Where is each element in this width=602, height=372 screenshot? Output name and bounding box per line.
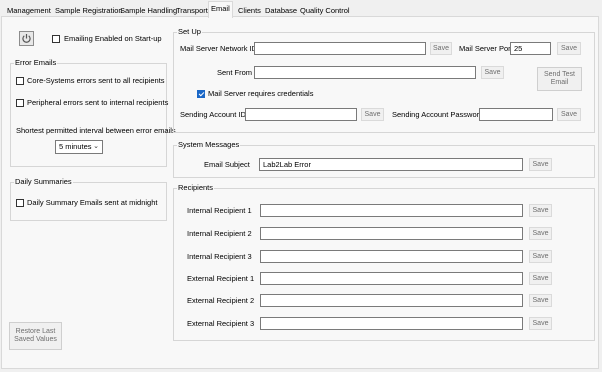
external-recipient-2-input[interactable]: [260, 294, 523, 307]
server-port-save-button[interactable]: Save: [557, 42, 581, 55]
chevron-down-icon: ⌄: [93, 143, 99, 150]
recipient-label: External Recipient 1: [187, 274, 255, 283]
tab-sample-registration[interactable]: Sample Registration: [52, 3, 126, 17]
internal-recipient-3-input[interactable]: [260, 250, 523, 263]
system-messages-title: System Messages: [177, 140, 241, 150]
tab-quality-control[interactable]: Quality Control: [297, 3, 353, 17]
tab-management[interactable]: Management: [4, 3, 54, 17]
internal-recipient-2-save-button[interactable]: Save: [529, 227, 552, 240]
sent-from-input[interactable]: [254, 66, 476, 79]
server-port-input[interactable]: 25: [510, 42, 551, 55]
internal-recipient-3-save-button[interactable]: Save: [529, 250, 552, 263]
setup-title: Set Up: [177, 27, 202, 37]
email-subject-save-button[interactable]: Save: [529, 158, 552, 171]
tab-transport[interactable]: Transport: [173, 3, 211, 17]
server-port-label: Mail Server Port: [459, 44, 513, 53]
internal-recipient-2-input[interactable]: [260, 227, 523, 240]
tab-strip: Management Sample Registration Sample Ha…: [0, 0, 602, 18]
account-id-input[interactable]: [245, 108, 357, 121]
recipient-label: External Recipient 2: [187, 296, 255, 305]
account-password-label: Sending Account Password: [392, 110, 484, 119]
email-subject-input[interactable]: Lab2Lab Error: [259, 158, 523, 171]
account-password-save-button[interactable]: Save: [557, 108, 581, 121]
recipient-label: Internal Recipient 2: [187, 229, 252, 238]
internal-recipient-1-save-button[interactable]: Save: [529, 204, 552, 217]
tab-clients[interactable]: Clients: [235, 3, 264, 17]
requires-credentials-checkbox[interactable]: [197, 90, 205, 98]
send-test-email-button[interactable]: Send Test Email: [537, 67, 582, 91]
tab-database[interactable]: Database: [262, 3, 300, 17]
emailing-enabled-checkbox[interactable]: [52, 35, 60, 43]
interval-dropdown[interactable]: 5 minutes ⌄: [55, 140, 103, 154]
power-button[interactable]: [19, 31, 34, 46]
recipient-label: Internal Recipient 1: [187, 206, 252, 215]
external-recipient-2-save-button[interactable]: Save: [529, 294, 552, 307]
core-errors-checkbox[interactable]: [16, 77, 24, 85]
emailing-enabled-label: Emailing Enabled on Start-up: [64, 34, 162, 43]
account-id-save-button[interactable]: Save: [361, 108, 384, 121]
error-emails-title: Error Emails: [14, 58, 58, 68]
external-recipient-3-save-button[interactable]: Save: [529, 317, 552, 330]
interval-label: Shortest permitted interval between erro…: [16, 126, 176, 135]
account-password-input[interactable]: [479, 108, 553, 121]
external-recipient-3-input[interactable]: [260, 317, 523, 330]
external-recipient-1-input[interactable]: [260, 272, 523, 285]
daily-summary-label: Daily Summary Emails sent at midnight: [27, 198, 158, 207]
power-icon: [22, 34, 31, 43]
internal-recipient-1-input[interactable]: [260, 204, 523, 217]
sent-from-save-button[interactable]: Save: [481, 66, 504, 79]
sent-from-label: Sent From: [217, 68, 253, 77]
restore-last-saved-button[interactable]: Restore Last Saved Values: [9, 322, 62, 350]
recipient-label: Internal Recipient 3: [187, 252, 252, 261]
recipients-title: Recipients: [177, 183, 215, 193]
interval-value: 5 minutes: [59, 142, 92, 151]
server-id-label: Mail Server Network ID: [180, 44, 258, 53]
requires-credentials-label: Mail Server requires credentials: [208, 89, 314, 98]
tab-sample-handling[interactable]: Sample Handling: [117, 3, 180, 17]
email-subject-label: Email Subject: [204, 160, 250, 169]
peripheral-errors-checkbox[interactable]: [16, 99, 24, 107]
core-errors-label: Core-Systems errors sent to all recipien…: [27, 76, 165, 85]
external-recipient-1-save-button[interactable]: Save: [529, 272, 552, 285]
tab-email[interactable]: Email: [208, 1, 233, 18]
daily-summaries-title: Daily Summaries: [14, 177, 73, 187]
daily-summary-checkbox[interactable]: [16, 199, 24, 207]
recipient-label: External Recipient 3: [187, 319, 255, 328]
account-id-label: Sending Account ID: [180, 110, 246, 119]
server-id-input[interactable]: [254, 42, 426, 55]
peripheral-errors-label: Peripheral errors sent to internal recip…: [27, 98, 169, 107]
server-id-save-button[interactable]: Save: [430, 42, 452, 55]
